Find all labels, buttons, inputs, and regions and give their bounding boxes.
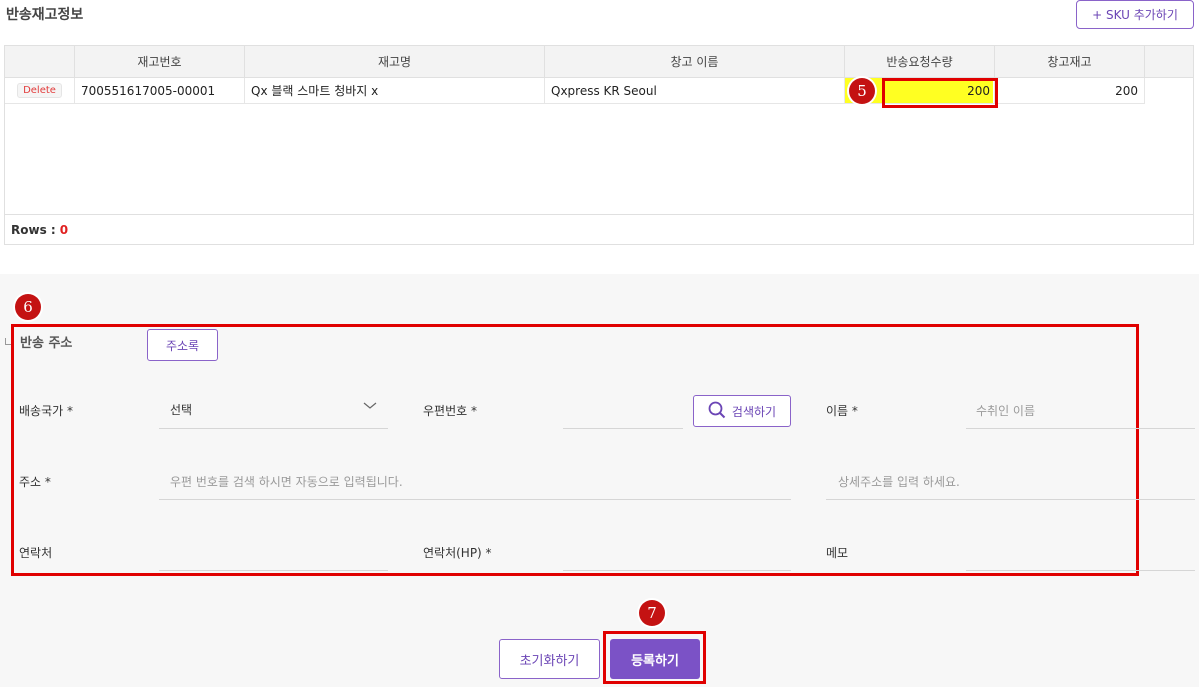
zip-input[interactable] bbox=[563, 428, 683, 429]
detail-address-input[interactable]: 상세주소를 입력 하세요. bbox=[838, 473, 960, 490]
zip-search-button[interactable]: 검색하기 bbox=[693, 395, 791, 427]
return-stock-grid: 재고번호 재고명 창고 이름 반송요청수량 창고재고 Delete 700551… bbox=[4, 45, 1194, 245]
header-warehouse[interactable]: 창고 이름 bbox=[545, 46, 845, 78]
name-underline bbox=[966, 428, 1195, 429]
country-label: 배송국가 * bbox=[19, 404, 73, 418]
name-input[interactable]: 수취인 이름 bbox=[976, 402, 1035, 419]
step-badge-7: 7 bbox=[639, 600, 665, 626]
address-book-button[interactable]: 주소록 bbox=[147, 329, 218, 361]
rows-label: Rows : bbox=[11, 222, 56, 237]
country-underline bbox=[159, 428, 388, 429]
memo-input[interactable] bbox=[966, 570, 1195, 571]
header-return-qty[interactable]: 반송요청수량 bbox=[845, 46, 995, 78]
cell-warehouse: Qxpress KR Seoul bbox=[545, 78, 845, 104]
name-label: 이름 * bbox=[826, 404, 858, 418]
chevron-down-icon[interactable] bbox=[362, 400, 378, 416]
address-annotation-frame bbox=[11, 324, 1139, 576]
cell-stock-no: 700551617005-00001 bbox=[75, 78, 245, 104]
submit-button[interactable]: 등록하기 bbox=[610, 639, 700, 679]
address-label: 주소 * bbox=[19, 475, 51, 489]
reset-button[interactable]: 초기화하기 bbox=[499, 639, 600, 679]
detail-address-underline bbox=[826, 499, 1195, 500]
mobile-label: 연락처(HP) * bbox=[423, 546, 492, 560]
memo-label: 메모 bbox=[826, 546, 849, 560]
header-action bbox=[5, 46, 75, 78]
grid-footer: Rows : 0 bbox=[5, 214, 1193, 244]
phone-input[interactable] bbox=[159, 570, 388, 571]
step-badge-5: 5 bbox=[849, 78, 875, 104]
step-badge-6: 6 bbox=[15, 294, 41, 320]
cell-warehouse-stock: 200 bbox=[995, 78, 1145, 104]
search-label: 검색하기 bbox=[731, 404, 777, 419]
header-warehouse-stock[interactable]: 창고재고 bbox=[995, 46, 1145, 78]
add-sku-button[interactable]: + SKU 추가하기 bbox=[1076, 0, 1194, 29]
cell-stock-name: Qx 블랙 스마트 청바지 x bbox=[245, 78, 545, 104]
country-select-value[interactable]: 선택 bbox=[170, 401, 192, 418]
corner-tick-icon bbox=[5, 338, 11, 345]
address-underline bbox=[159, 499, 791, 500]
mobile-input[interactable] bbox=[563, 570, 791, 571]
phone-label: 연락처 bbox=[19, 546, 53, 560]
rows-count: 0 bbox=[59, 222, 69, 237]
zip-label: 우편번호 * bbox=[423, 404, 477, 418]
section-title: 반송재고정보 bbox=[6, 7, 84, 23]
header-filler bbox=[1145, 46, 1193, 78]
table-row-action: Delete bbox=[5, 78, 75, 104]
search-icon bbox=[708, 401, 726, 422]
header-stock-name[interactable]: 재고명 bbox=[245, 46, 545, 78]
address-title: 반송 주소 bbox=[20, 336, 73, 351]
header-stock-no[interactable]: 재고번호 bbox=[75, 46, 245, 78]
return-qty-input[interactable]: 200 bbox=[884, 80, 990, 102]
delete-button[interactable]: Delete bbox=[17, 83, 62, 98]
address-input[interactable]: 우편 번호를 검색 하시면 자동으로 입력됩니다. bbox=[170, 473, 403, 490]
